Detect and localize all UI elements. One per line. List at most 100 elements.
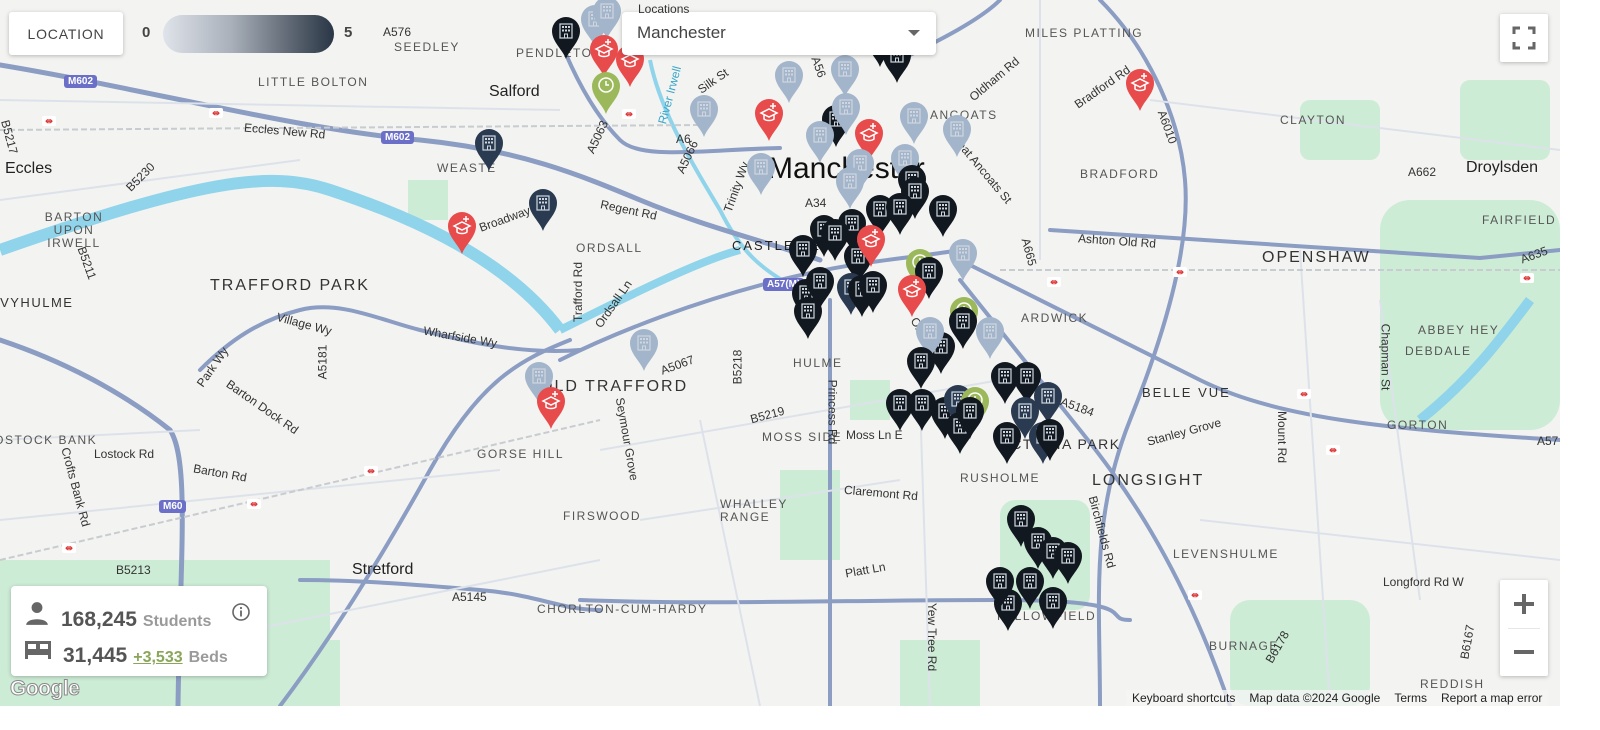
rail-station-icon: ⇹ [1326, 445, 1340, 455]
map-pin-icon [552, 17, 580, 59]
map-pin-icon [857, 225, 885, 267]
beds-count: 31,445 [63, 644, 128, 667]
map-pin-icon [794, 297, 822, 339]
beds-delta-link[interactable]: +3,533 [133, 649, 182, 667]
accommodation-marker[interactable] [793, 296, 823, 340]
students-count: 168,245 [61, 608, 137, 631]
map-pin-icon [929, 195, 957, 237]
locations-select-label: Locations [638, 2, 690, 16]
map-pin-icon [1054, 542, 1082, 584]
accommodation-marker[interactable] [746, 152, 776, 196]
keyboard-shortcuts-link[interactable]: Keyboard shortcuts [1132, 691, 1235, 705]
fullscreen-button[interactable] [1500, 14, 1548, 62]
zoom-in-button[interactable] [1500, 580, 1548, 628]
locations-select[interactable]: Manchester [622, 12, 936, 55]
terms-link[interactable]: Terms [1394, 691, 1427, 705]
university-marker[interactable] [754, 98, 784, 142]
accommodation-marker[interactable] [629, 328, 659, 372]
accommodation-marker[interactable] [551, 16, 581, 60]
university-marker[interactable] [447, 211, 477, 255]
map-pin-icon [900, 102, 928, 144]
map-pin-icon [886, 193, 914, 235]
bed-icon [25, 641, 51, 659]
accommodation-marker[interactable] [835, 166, 865, 210]
university-marker[interactable] [1125, 68, 1155, 112]
accommodation-marker[interactable] [975, 316, 1005, 360]
zoom-out-button[interactable] [1500, 628, 1548, 676]
person-icon [26, 602, 48, 625]
beds-stat: 31,445 +3,533 Beds [23, 636, 228, 668]
accommodation-marker[interactable] [528, 188, 558, 232]
accommodation-marker[interactable] [948, 238, 978, 282]
google-logo: Google [9, 677, 80, 701]
map-pin-icon [836, 167, 864, 209]
rail-station-icon: ⇹ [1047, 277, 1061, 287]
accommodation-marker[interactable] [942, 114, 972, 158]
map-pin-icon [986, 567, 1014, 609]
rail-station-icon: ⇹ [209, 108, 223, 118]
university-marker[interactable] [536, 386, 566, 430]
locations-select-value: Manchester [637, 23, 726, 42]
rail-station-icon: ⇹ [62, 543, 76, 553]
students-stat: 168,245 Students [23, 600, 211, 632]
map-pin-icon [537, 387, 565, 429]
accommodation-marker[interactable] [858, 270, 888, 314]
map-pin-icon [898, 275, 926, 317]
map-pin-icon [755, 99, 783, 141]
accommodation-marker[interactable] [955, 396, 985, 440]
legend-min-label: 0 [142, 24, 151, 41]
accommodation-marker[interactable] [1038, 586, 1068, 630]
report-map-error-link[interactable]: Report a map error [1441, 691, 1542, 705]
map-pin-icon [943, 115, 971, 157]
legend-max-label: 5 [344, 24, 353, 41]
fullscreen-icon [1512, 26, 1536, 50]
map-pin-icon [949, 239, 977, 281]
chevron-down-icon [908, 30, 920, 36]
location-button[interactable]: LOCATION [9, 12, 123, 55]
minus-icon [1514, 650, 1534, 654]
accommodation-marker[interactable] [474, 128, 504, 172]
map-pin-icon [1039, 587, 1067, 629]
accommodation-marker[interactable] [689, 94, 719, 138]
rail-station-icon: ⇹ [1297, 389, 1311, 399]
rail-station-icon: ⇹ [1188, 590, 1202, 600]
plus-icon [1514, 594, 1534, 614]
info-icon[interactable] [231, 602, 251, 622]
motorway-shield: M60 [159, 500, 187, 513]
map-pin-icon [1126, 69, 1154, 111]
map-pin-icon [806, 121, 834, 163]
map-pin-icon [859, 271, 887, 313]
rail-station-icon: ⇹ [1173, 267, 1187, 277]
map-pin-icon [592, 72, 620, 114]
map-pin-icon [448, 212, 476, 254]
accommodation-marker[interactable] [805, 120, 835, 164]
map-pin-icon [956, 397, 984, 439]
upcoming-marker[interactable] [591, 71, 621, 115]
accommodation-marker[interactable] [1053, 541, 1083, 585]
rail-station-icon: ⇹ [247, 499, 261, 509]
stats-panel: 168,245 Students 31,445 +3,533 Beds [11, 586, 267, 676]
map-pin-icon [747, 153, 775, 195]
accommodation-marker[interactable] [906, 346, 936, 390]
rail-station-icon: ⇹ [42, 116, 56, 126]
map-pin-icon [529, 189, 557, 231]
accommodation-marker[interactable] [899, 101, 929, 145]
students-unit: Students [142, 613, 212, 630]
accommodation-marker[interactable] [992, 421, 1022, 465]
accommodation-marker[interactable] [885, 192, 915, 236]
accommodation-marker[interactable] [928, 194, 958, 238]
rail-station-icon: ⇹ [364, 466, 378, 476]
map-pin-icon [475, 129, 503, 171]
university-marker[interactable] [856, 224, 886, 268]
map-pin-icon [976, 317, 1004, 359]
map-data-attribution: Map data ©2024 Google [1249, 691, 1381, 705]
accommodation-marker[interactable] [985, 566, 1015, 610]
beds-unit: Beds [188, 649, 228, 666]
motorway-shield: M602 [64, 75, 98, 88]
rail-station-icon: ⇹ [622, 109, 636, 119]
legend-gradient-bar [163, 15, 334, 53]
accommodation-marker[interactable] [1035, 418, 1065, 462]
university-marker[interactable] [897, 274, 927, 318]
map-pin-icon [630, 329, 658, 371]
rail-station-icon: ⇹ [1520, 273, 1534, 283]
